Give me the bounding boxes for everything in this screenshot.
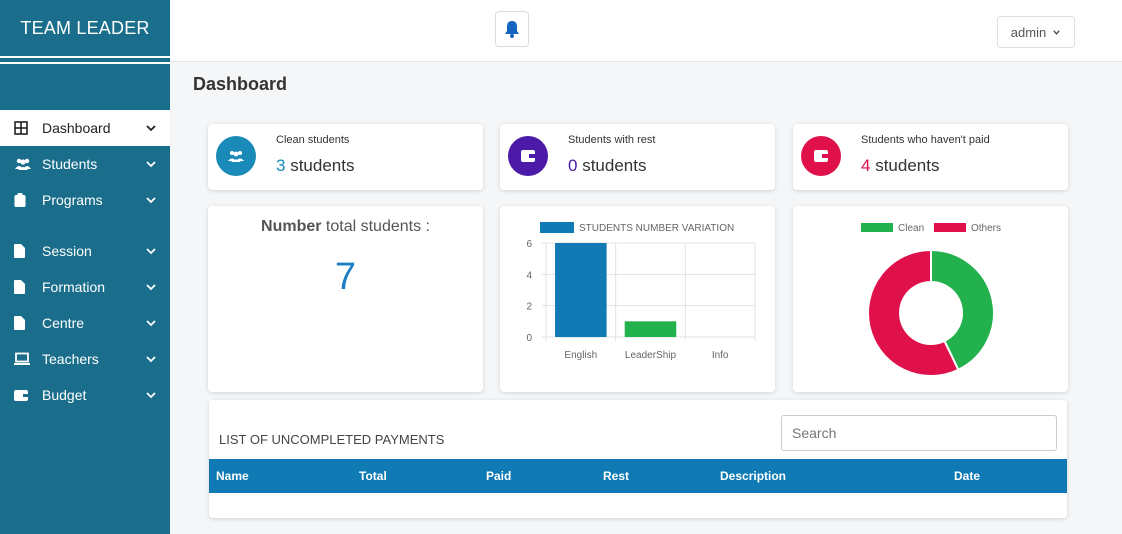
file-icon — [14, 315, 34, 331]
total-label: Number total students : — [208, 218, 483, 236]
stat-value: 0 students — [568, 156, 646, 176]
chevron-down-icon — [146, 161, 156, 168]
chevron-down-icon — [146, 284, 156, 291]
stat-suffix: students — [285, 156, 355, 175]
sidebar-item-centre[interactable]: Centre — [0, 305, 170, 341]
doughnut-chart-card: Clean Others — [793, 206, 1068, 392]
sidebar-item-label: Centre — [42, 315, 85, 331]
column-header[interactable]: Description — [720, 469, 786, 483]
column-header[interactable]: Paid — [486, 469, 511, 483]
bar-chart: 6 4 2 0 STUDENTS NUMBER VARIATION English Lead… — [526, 222, 756, 361]
sidebar-item-label: Formation — [42, 279, 106, 295]
legend-swatch — [540, 222, 574, 233]
bar — [555, 243, 607, 337]
y-tick-label: 2 — [526, 302, 532, 313]
sidebar-item-formation[interactable]: Formation — [0, 269, 170, 305]
chevron-down-icon — [1053, 29, 1060, 35]
stat-value: 4 students — [861, 156, 939, 176]
stat-card-rest: Students with rest 0 students — [500, 124, 775, 190]
y-tick-label: 6 — [526, 239, 532, 250]
sidebar-item-label: Students — [42, 156, 98, 172]
laptop-icon — [14, 351, 34, 367]
sidebar-item-session[interactable]: Session — [0, 233, 170, 269]
sidebar: TEAM LEADER Dashboard Students Programs … — [0, 0, 170, 534]
table-header: Name Total Paid Rest Description Date — [209, 459, 1067, 493]
main-content: Dashboard Clean students 3 students Stud… — [170, 62, 1122, 534]
total-students-card: Number total students : 7 — [208, 206, 483, 392]
legend-label: STUDENTS NUMBER VARIATION — [579, 223, 734, 234]
sidebar-item-students[interactable]: Students — [0, 146, 170, 182]
sidebar-item-budget[interactable]: Budget — [0, 377, 170, 413]
wallet-icon — [508, 136, 548, 176]
stat-suffix: students — [870, 156, 940, 175]
payments-table-card: LIST OF UNCOMPLETED PAYMENTS Name Total … — [209, 400, 1067, 518]
file-icon — [14, 279, 34, 295]
stat-card-clean: Clean students 3 students — [208, 124, 483, 190]
table-title: LIST OF UNCOMPLETED PAYMENTS — [219, 432, 445, 447]
chevron-down-icon — [146, 356, 156, 363]
bar — [624, 321, 677, 337]
x-tick-label: Info — [712, 350, 729, 361]
y-tick-label: 4 — [526, 270, 532, 281]
sidebar-item-dashboard[interactable]: Dashboard — [0, 110, 170, 146]
wallet-icon — [14, 387, 34, 403]
brand-divider — [0, 56, 170, 64]
legend-swatch — [861, 223, 893, 232]
chevron-down-icon — [146, 392, 156, 399]
users-icon — [14, 156, 34, 172]
user-menu-button[interactable]: admin — [997, 16, 1075, 48]
sidebar-item-programs[interactable]: Programs — [0, 182, 170, 218]
stat-value: 3 students — [276, 156, 354, 176]
brand-title[interactable]: TEAM LEADER — [0, 0, 170, 56]
bell-icon — [505, 21, 519, 38]
column-header[interactable]: Total — [359, 469, 387, 483]
chevron-down-icon — [146, 125, 156, 132]
total-value: 7 — [334, 256, 357, 298]
sidebar-item-label: Session — [42, 243, 92, 259]
stat-title: Clean students — [276, 134, 350, 146]
page-title: Dashboard — [193, 74, 288, 94]
top-bar: admin — [170, 0, 1122, 62]
stat-suffix: students — [577, 156, 647, 175]
grid-icon — [14, 120, 34, 136]
file-icon — [14, 243, 34, 259]
bar-chart-card: 6 4 2 0 STUDENTS NUMBER VARIATION English Lead… — [500, 206, 775, 392]
clipboard-icon — [14, 192, 34, 208]
column-header[interactable]: Name — [216, 469, 249, 483]
total-label-bold: Number — [261, 218, 322, 235]
doughnut-chart: Clean Others — [861, 223, 1001, 377]
y-tick-label: 0 — [526, 333, 532, 344]
sidebar-item-label: Teachers — [42, 351, 99, 367]
sidebar-item-label: Programs — [42, 192, 103, 208]
x-tick-label: LeaderShip — [625, 350, 677, 361]
users-icon — [216, 136, 256, 176]
column-header[interactable]: Rest — [603, 469, 629, 483]
search-input[interactable] — [781, 415, 1057, 451]
stat-title: Students who haven't paid — [861, 134, 990, 146]
chevron-down-icon — [146, 197, 156, 204]
sidebar-item-label: Budget — [42, 387, 87, 403]
legend-swatch — [934, 223, 966, 232]
chevron-down-icon — [146, 248, 156, 255]
legend-label: Others — [971, 223, 1001, 234]
legend-label: Clean — [898, 223, 924, 234]
x-tick-label: English — [564, 350, 597, 361]
notifications-button[interactable] — [495, 11, 529, 47]
sidebar-item-teachers[interactable]: Teachers — [0, 341, 170, 377]
column-header[interactable]: Date — [954, 469, 980, 483]
total-label-rest: total students : — [321, 218, 430, 235]
stat-card-unpaid: Students who haven't paid 4 students — [793, 124, 1068, 190]
stat-title: Students with rest — [568, 134, 656, 146]
user-name: admin — [1010, 24, 1047, 40]
wallet-icon — [801, 136, 841, 176]
chevron-down-icon — [146, 320, 156, 327]
sidebar-item-label: Dashboard — [42, 120, 111, 136]
